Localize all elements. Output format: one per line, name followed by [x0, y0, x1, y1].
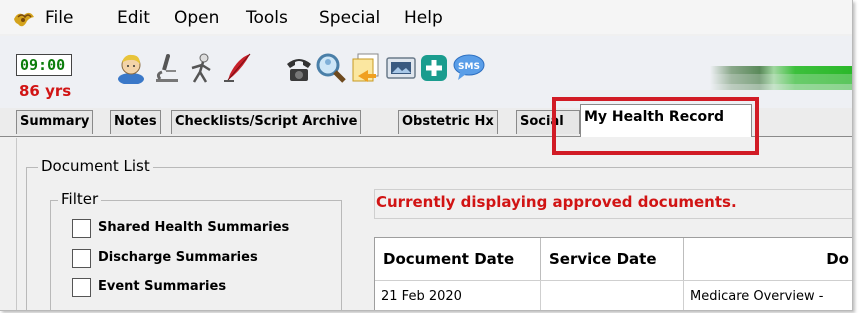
sms-label: SMS [458, 62, 480, 72]
document-list-label: Document List [38, 157, 153, 175]
menu-help[interactable]: Help [404, 8, 443, 28]
documents-icon[interactable] [348, 52, 382, 84]
menu-tools[interactable]: Tools [246, 8, 288, 28]
checkbox-label: Event Summaries [98, 279, 227, 294]
document-table: Document Date Service Date Do 21 Feb 202… [374, 237, 852, 310]
menu-bar: File Edit Open Tools Special Help [0, 0, 852, 34]
app-logo-icon [14, 12, 34, 27]
search-icon[interactable] [314, 52, 348, 84]
application-window: File Edit Open Tools Special Help 09:00 … [0, 0, 853, 311]
telephone-icon[interactable] [282, 52, 316, 84]
tab-obstetric-hx[interactable]: Obstetric Hx [398, 110, 498, 134]
time-display: 09:00 [16, 54, 72, 76]
add-plus-icon[interactable] [418, 52, 452, 84]
table-cell-service-date[interactable] [541, 280, 684, 310]
menu-edit[interactable]: Edit [117, 8, 150, 28]
xray-icon[interactable] [184, 52, 218, 84]
column-header-document[interactable]: Do [684, 238, 852, 280]
column-header-document-date[interactable]: Document Date [375, 238, 541, 280]
checkbox[interactable] [72, 249, 91, 268]
column-header-service-date[interactable]: Service Date [541, 238, 684, 280]
patient-age: 86 yrs [19, 82, 72, 100]
table-cell-document[interactable]: Medicare Overview - [684, 280, 852, 310]
menu-file[interactable]: File [45, 8, 73, 28]
menu-special[interactable]: Special [319, 8, 380, 28]
patient-icon[interactable] [114, 52, 148, 84]
filter-label: Filter [58, 190, 102, 208]
table-cell-document-date[interactable]: 21 Feb 2020 [375, 280, 541, 310]
checkbox-label: Shared Health Summaries [98, 220, 290, 235]
tab-summary[interactable]: Summary [16, 110, 94, 134]
microscope-icon[interactable] [150, 52, 184, 84]
annotation-highlight-box [552, 97, 759, 155]
status-message: Currently displaying approved documents. [376, 193, 737, 211]
checkbox[interactable] [72, 219, 91, 238]
status-indicator-bar [710, 66, 852, 90]
menu-open[interactable]: Open [174, 8, 219, 28]
quill-pen-icon[interactable] [220, 52, 254, 84]
sms-icon[interactable]: SMS [452, 52, 486, 84]
tab-notes[interactable]: Notes [110, 110, 161, 134]
checkbox[interactable] [72, 278, 91, 297]
tab-checklists-script-archive[interactable]: Checklists/Script Archive [171, 110, 362, 134]
image-icon[interactable] [384, 52, 418, 84]
checkbox-label: Discharge Summaries [98, 250, 258, 265]
